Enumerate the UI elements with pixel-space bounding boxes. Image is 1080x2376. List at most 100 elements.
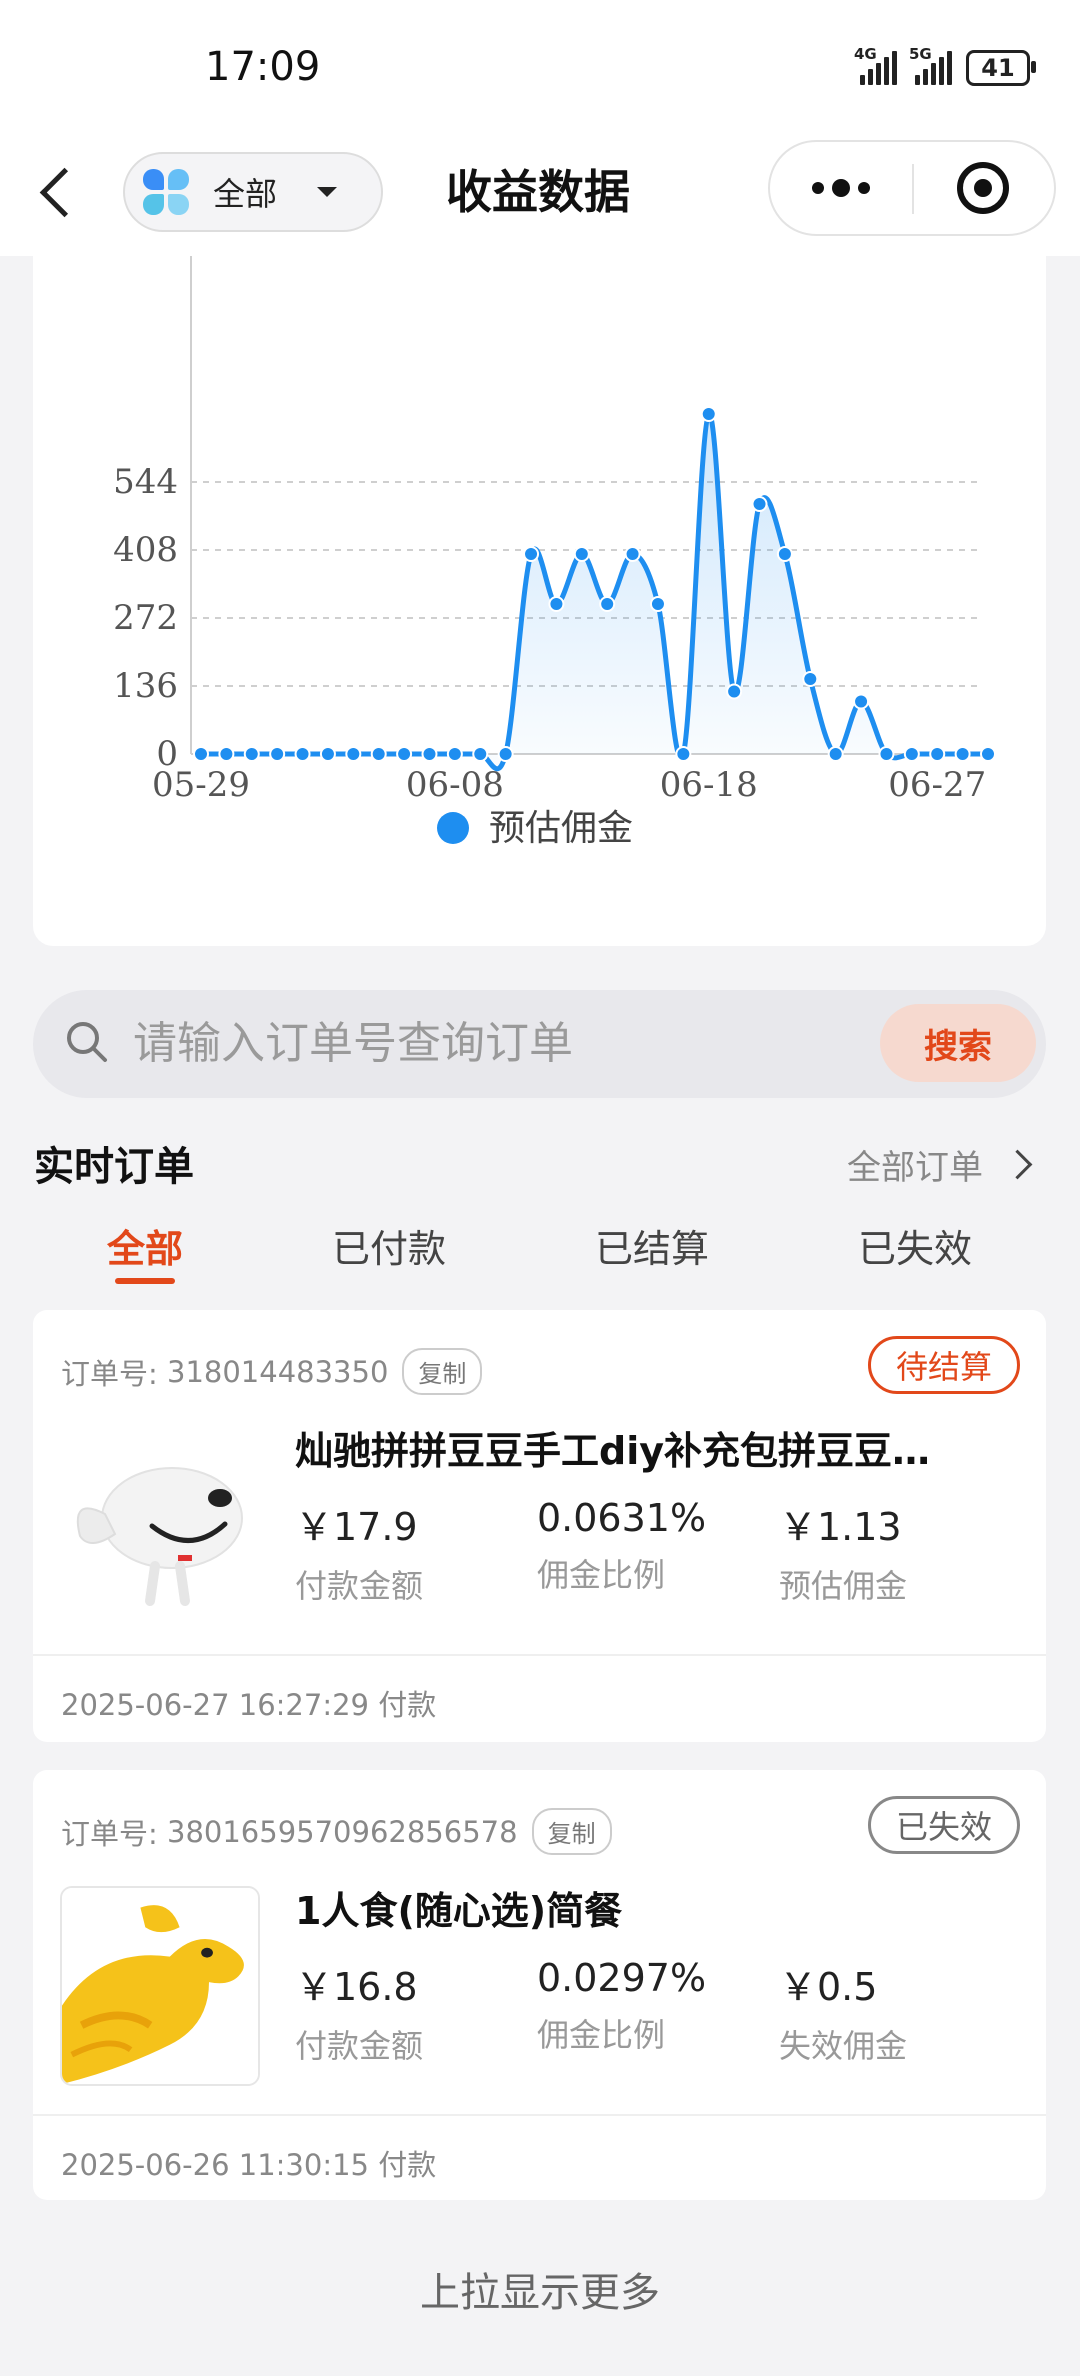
- data-point: [421, 746, 438, 762]
- x-tick-label: 06-08: [406, 765, 504, 805]
- y-tick-label: 272: [113, 598, 178, 638]
- data-point: [853, 693, 870, 710]
- chevron-left-icon: [39, 167, 89, 217]
- close-miniapp-button[interactable]: [912, 142, 1054, 234]
- invalid-commission: ￥0.5 失效佣金: [779, 1965, 908, 2065]
- y-tick-label: 408: [113, 530, 178, 570]
- nav-bar: 全部 收益数据: [0, 138, 1080, 256]
- data-point: [878, 746, 895, 762]
- tab-paid[interactable]: 已付款: [289, 1218, 489, 1273]
- category-selector[interactable]: 全部: [123, 152, 383, 232]
- status-bar: 17:09 4G 5G 41: [0, 0, 1080, 138]
- back-button[interactable]: [32, 162, 89, 222]
- copy-button[interactable]: 复制: [402, 1348, 483, 1395]
- data-point: [903, 746, 920, 762]
- commission-chart: 013627240854405-29 06-08 06-18 06-27预估佣金: [113, 256, 996, 849]
- chevron-right-icon: [1002, 1149, 1033, 1180]
- caret-down-icon: [317, 187, 338, 197]
- data-point: [193, 746, 209, 762]
- all-orders-label: 全部订单: [847, 1148, 983, 1188]
- copy-button[interactable]: 复制: [531, 1808, 612, 1855]
- data-point: [243, 746, 260, 762]
- order-card[interactable]: 订单号: 318014483350 复制 待结算 灿驰拼拼豆豆手工diy补充包拼…: [33, 1310, 1046, 1742]
- data-point: [294, 746, 311, 762]
- data-point: [980, 746, 996, 762]
- status-badge: 待结算: [868, 1336, 1020, 1394]
- data-point: [649, 596, 666, 612]
- apps-icon: [143, 169, 189, 215]
- tab-settled[interactable]: 已结算: [552, 1218, 752, 1273]
- battery-icon: 41: [966, 50, 1036, 86]
- data-point: [218, 746, 235, 762]
- order-card[interactable]: 订单号: 3801659570962856578 复制 已失效 1人食(随心选)…: [33, 1770, 1046, 2200]
- estimated-commission: ￥1.13 预估佣金: [779, 1505, 908, 1605]
- data-point: [827, 746, 844, 762]
- product-image: [60, 1426, 260, 1626]
- data-point: [345, 746, 362, 762]
- commission-rate: 0.0297% 佣金比例: [537, 1956, 707, 2054]
- order-number: 订单号: 3801659570962856578 复制: [61, 1808, 612, 1855]
- data-point: [472, 746, 489, 762]
- y-tick-label: 136: [113, 666, 178, 706]
- tab-all[interactable]: 全部: [45, 1218, 245, 1284]
- jd-dog-logo-icon: [62, 1888, 258, 2084]
- data-point: [497, 746, 514, 762]
- data-point: [675, 746, 692, 762]
- data-point: [599, 596, 616, 612]
- signal-4g-icon: 4G: [854, 45, 897, 85]
- x-tick-label: 06-18: [660, 765, 758, 805]
- data-point: [929, 746, 946, 762]
- data-point: [370, 746, 387, 762]
- data-point: [776, 546, 793, 562]
- target-icon: [957, 162, 1009, 214]
- jd-dog-mascot-icon: [60, 1426, 260, 1626]
- data-point: [319, 746, 336, 762]
- pay-time: 2025-06-26 11:30:15 付款: [61, 2148, 437, 2182]
- status-badge: 已失效: [868, 1796, 1020, 1854]
- order-search-bar: 搜索: [33, 990, 1046, 1098]
- signal-5g-icon: 5G: [909, 45, 952, 85]
- data-point: [954, 746, 971, 762]
- data-point: [624, 546, 641, 562]
- data-point: [751, 496, 768, 512]
- section-title: 实时订单: [34, 1144, 194, 1190]
- product-image: [60, 1886, 260, 2086]
- data-point: [523, 546, 540, 562]
- search-icon: [67, 1022, 107, 1062]
- data-point: [548, 596, 565, 612]
- x-tick-label: 05-29: [152, 765, 250, 805]
- product-title: 1人食(随心选)简餐: [295, 1889, 623, 1933]
- data-point: [573, 546, 590, 562]
- data-point: [446, 746, 463, 762]
- data-point: [700, 406, 717, 422]
- data-point: [726, 683, 743, 700]
- pay-amount: ￥16.8 付款金额: [295, 1965, 424, 2065]
- data-point: [396, 746, 413, 762]
- status-time: 17:09: [205, 44, 321, 90]
- x-tick-label: 06-27: [888, 765, 986, 805]
- search-button[interactable]: 搜索: [880, 1004, 1036, 1082]
- order-search-input[interactable]: [133, 1010, 893, 1076]
- card-divider: [33, 1654, 1046, 1656]
- product-title: 灿驰拼拼豆豆手工diy补充包拼豆豆…: [295, 1429, 930, 1473]
- page-title: 收益数据: [446, 165, 630, 219]
- load-more-hint: 上拉显示更多: [420, 2270, 660, 2316]
- legend-marker: [437, 812, 469, 844]
- tab-active-indicator: [115, 1278, 175, 1284]
- tab-invalid[interactable]: 已失效: [815, 1218, 1015, 1273]
- commission-chart-card: 0 136 272 408 544 05-29 06-08 06-18 06-27 预估佣金: [33, 256, 1046, 946]
- more-button[interactable]: [770, 142, 912, 234]
- status-icons: 4G 5G 41: [854, 45, 1036, 86]
- miniapp-capsule: [768, 140, 1056, 236]
- commission-rate: 0.0631% 佣金比例: [537, 1496, 707, 1594]
- all-orders-link[interactable]: 全部订单: [847, 1140, 1033, 1189]
- pay-amount: ￥17.9 付款金额: [295, 1505, 424, 1605]
- data-point: [269, 746, 286, 762]
- legend-label: 预估佣金: [489, 808, 633, 849]
- category-selector-label: 全部: [213, 175, 278, 213]
- order-number: 订单号: 318014483350 复制: [61, 1348, 483, 1395]
- data-point: [802, 671, 819, 687]
- order-tabs: 全部 已付款 已结算 已失效: [33, 1218, 1046, 1290]
- y-tick-label: 544: [113, 462, 178, 502]
- pay-time: 2025-06-27 16:27:29 付款: [61, 1688, 437, 1722]
